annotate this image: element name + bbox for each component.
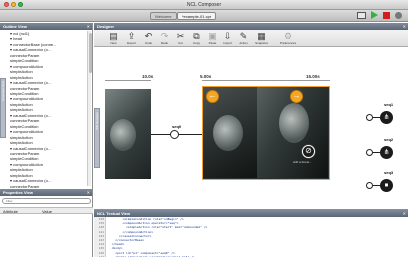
end-sequence-icon[interactable]: ⊘ — [302, 145, 315, 158]
paste-button[interactable]: ▣ Paste — [205, 31, 220, 45]
selected-video-clip[interactable]: with a forest... — [202, 86, 330, 180]
export-button[interactable]: ⇪ Export — [124, 31, 139, 45]
output-ring — [366, 182, 373, 189]
structural-view-tab[interactable]: Structural View — [0, 78, 6, 138]
undo-button[interactable]: ↶ Undo — [141, 31, 156, 45]
new-button[interactable]: ▤ New — [106, 31, 121, 45]
close-icon[interactable]: ✕ — [87, 189, 90, 196]
duration-ruler — [202, 80, 256, 81]
copy-button[interactable]: ⧉ Copy — [189, 31, 204, 45]
close-icon[interactable]: ✕ — [403, 210, 406, 217]
clip-frame-face — [213, 115, 243, 151]
run-icon[interactable] — [371, 11, 378, 19]
preferences-button[interactable]: ⚙ Preferences — [277, 31, 299, 45]
grid-icon: ▦ — [257, 31, 266, 41]
code-editor[interactable]: 138 139 140 141 142 143 144 145 146 147 <simpleCo… — [94, 217, 408, 257]
designer-panel-title: Designer — [97, 24, 115, 29]
designer-canvas[interactable]: SBI Designer 10.0s 5.00s 15.00s seq0 wit… — [94, 48, 408, 209]
column-attribute[interactable]: Attribute — [3, 208, 18, 215]
designer-panel-header: Designer ✕ — [94, 23, 408, 30]
sequence-link — [179, 134, 202, 135]
scrollbar-thumb[interactable] — [88, 33, 92, 73]
next-arrow-icon[interactable]: → — [290, 90, 303, 103]
line-number-gutter: 138 139 140 141 142 143 144 145 146 147 — [94, 217, 106, 257]
window-title-bar: NCL Composer — [0, 0, 408, 10]
stop-icon[interactable] — [383, 11, 390, 19]
close-icon[interactable]: ✕ — [87, 23, 90, 30]
sequence-link — [151, 134, 171, 135]
scissors-icon: ✂ — [176, 31, 185, 41]
textual-view-panel-title: NCL Textual View — [97, 211, 131, 216]
clip-frame — [110, 119, 136, 151]
sequence-label: seq0 — [172, 124, 182, 129]
redo-button[interactable]: ↷ Redo — [157, 31, 172, 45]
snapshot-button[interactable]: ▦ Snapshot — [254, 31, 269, 45]
duration-ruler — [105, 80, 151, 81]
properties-panel-title: Properties View — [3, 190, 33, 195]
action-button[interactable]: ✎ Action — [236, 31, 251, 45]
sequence-label: seq2 — [384, 137, 394, 142]
clip-caption: with a forest... — [293, 160, 312, 164]
duration-label: 5.00s — [200, 74, 212, 79]
designer-panel: Designer ✕ ▤ New ⇪ Export ↶ Undo ↷ Redo ✂ Cut… — [94, 23, 408, 209]
outline-panel-header: Outline View ✕ — [0, 23, 92, 30]
tab-example[interactable]: *example-01.cpr — [177, 12, 217, 20]
outline-panel: Outline View ✕ Structural View ▾ ncl (nc… — [0, 23, 93, 189]
close-icon[interactable]: ✕ — [403, 23, 406, 30]
copy-icon: ⧉ — [193, 31, 200, 41]
import-button[interactable]: ⇩ Import — [220, 31, 235, 45]
properties-panel: Properties View ✕ Attribute Value — [0, 189, 93, 257]
stop-sequence-icon: ⏹ — [380, 179, 393, 192]
sequence-label: seq1 — [384, 102, 394, 107]
prev-arrow-icon[interactable]: ← — [206, 90, 219, 103]
new-document-icon: ▤ — [109, 31, 118, 41]
branch-icon: ⋔ — [380, 146, 393, 159]
app-toolbar: Welcome *example-01.cpr — [0, 10, 408, 22]
window-title: NCL Composer — [186, 2, 222, 8]
tab-welcome[interactable]: Welcome — [150, 12, 177, 20]
sequence-label: seq3 — [384, 170, 394, 175]
sbi-designer-tab-label: SBI Designer — [95, 112, 99, 130]
record-icon[interactable] — [395, 11, 402, 19]
branch-icon: ⋔ — [380, 111, 393, 124]
sequence-node[interactable] — [170, 130, 179, 139]
clip-frame-face — [279, 103, 309, 143]
designer-toolbar: ▤ New ⇪ Export ↶ Undo ↷ Redo ✂ Cut ⧉ Copy ▣ Pas… — [94, 30, 408, 47]
pencil-icon: ✎ — [239, 31, 248, 41]
gear-icon: ⚙ — [283, 31, 293, 41]
import-icon: ⇩ — [223, 31, 232, 41]
output-ring — [366, 149, 373, 156]
duration-label: 10.0s — [142, 74, 154, 79]
duration-ruler — [256, 80, 330, 81]
video-clip-thumbnail[interactable] — [105, 89, 151, 179]
output-ring — [366, 114, 373, 121]
outline-tree: ▾ ncl (ncl1) ▾ head ▾ connectorBase (con… — [10, 31, 90, 189]
properties-table-header: Attribute Value — [0, 207, 93, 214]
run-controls — [357, 11, 402, 19]
cut-button[interactable]: ✂ Cut — [173, 31, 188, 45]
column-value[interactable]: Value — [42, 208, 52, 215]
redo-icon: ↷ — [160, 31, 169, 41]
properties-filter-input[interactable] — [2, 198, 91, 204]
textual-view-panel: NCL Textual View ✕ 138 139 140 141 142 143 144… — [94, 209, 408, 257]
outline-scrollbar[interactable] — [87, 31, 92, 186]
paste-icon: ▣ — [208, 31, 217, 41]
code-lines[interactable]: <simpleCondition role="onBegin" /> <comp… — [108, 217, 404, 257]
textual-view-panel-header: NCL Textual View ✕ — [94, 210, 408, 217]
structural-view-tab-label: Structural View — [1, 81, 5, 102]
layout-icon[interactable] — [357, 11, 366, 19]
outline-panel-title: Outline View — [3, 24, 27, 29]
export-icon: ⇪ — [127, 31, 136, 41]
undo-icon: ↶ — [144, 31, 153, 41]
duration-label: 15.00s — [306, 74, 320, 79]
properties-panel-header: Properties View ✕ — [0, 189, 92, 196]
sbi-designer-tab[interactable]: SBI Designer — [94, 108, 100, 168]
